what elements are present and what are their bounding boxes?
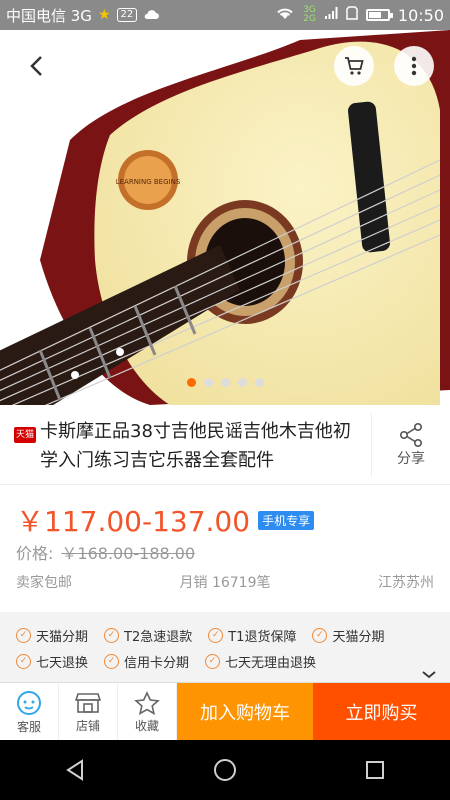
check-circle-icon: ✓: [205, 654, 221, 669]
clock: 10:50: [397, 5, 444, 25]
sim-badge: 22: [116, 8, 138, 22]
gallery-dot[interactable]: [186, 378, 196, 387]
cart-button[interactable]: [334, 46, 374, 86]
gallery-dot[interactable]: [237, 378, 247, 387]
share-button[interactable]: 分享: [371, 413, 450, 477]
gallery-dot[interactable]: [203, 378, 213, 387]
original-price: ￥168.00-188.00: [61, 544, 196, 563]
service-label: T1退货保障: [228, 630, 297, 645]
service-item: ✓ 信用卡分期: [104, 652, 189, 671]
tab-label: 店铺: [75, 718, 100, 733]
status-bar-left: 中国电信 3G ★ 22: [6, 5, 160, 26]
service-label: T2急速退款: [124, 630, 193, 645]
gallery-dot[interactable]: [254, 378, 264, 387]
chevron-down-icon[interactable]: [422, 668, 436, 682]
price: ￥117.00-137.00: [16, 505, 251, 538]
service-item: ✓ 七天无理由退换: [205, 652, 316, 671]
battery-icon: [365, 9, 393, 21]
store-icon: [75, 692, 101, 713]
seller-location: 江苏苏州: [378, 575, 434, 591]
check-circle-icon: ✓: [16, 654, 31, 669]
service-item: ✓ 天猫分期: [312, 626, 384, 645]
service-label: 七天无理由退换: [225, 656, 317, 671]
gallery-dot[interactable]: [220, 378, 230, 387]
service-label: 七天退换: [36, 656, 89, 671]
price-row: ￥117.00-137.00 手机专享: [16, 500, 315, 540]
square-recents-icon: [366, 761, 384, 779]
service-label: 信用卡分期: [124, 656, 190, 671]
customer-service-icon: [17, 690, 41, 715]
tab-label: 客服: [16, 719, 41, 734]
service-item: ✓ 七天退换: [16, 652, 88, 671]
original-price-label: 价格:: [16, 544, 54, 563]
service-line: ✓ 天猫分期 ✓ T2急速退款 ✓ T1退货保障 ✓ 天猫分期: [16, 626, 384, 645]
bottom-action-bar: 客服 店铺 收藏 加入购物车 立即购买: [0, 682, 450, 741]
service-item: ✓ T2急速退款: [104, 626, 192, 645]
shopping-cart-icon: [345, 57, 364, 75]
tab-label: 收藏: [134, 718, 159, 733]
product-title: 卡斯摩正品38寸吉他民谣吉他木吉他初学入门练习吉它乐器全套配件: [40, 421, 351, 471]
logo-stamp-text: LEARNING BEGINS: [116, 178, 181, 186]
service-item: ✓ T1退货保障: [208, 626, 296, 645]
tmall-badge: 天猫: [14, 427, 36, 443]
home-nav-button[interactable]: [212, 757, 238, 783]
carrier-label: 中国电信 3G: [6, 6, 92, 25]
share-icon: [399, 422, 422, 447]
customer-service-tab[interactable]: 客服: [0, 683, 59, 741]
buy-now-button[interactable]: 立即购买: [313, 683, 450, 741]
status-bar-right: 3G 2G 10:50: [275, 6, 444, 25]
circle-home-icon: [214, 759, 236, 781]
original-price-row: 价格: ￥168.00-188.00: [16, 540, 195, 564]
service-guarantees[interactable]: ✓ 天猫分期 ✓ T2急速退款 ✓ T1退货保障 ✓ 天猫分期 ✓ 七天退换 ✓ 信用卡分期…: [0, 612, 450, 682]
network-type-2g: 2G: [303, 14, 316, 24]
more-options-button[interactable]: [394, 46, 434, 86]
monthly-sales: 月销 16719笔: [179, 575, 271, 591]
guitar-illustration: LEARNING BEGINS: [0, 30, 450, 405]
back-nav-button[interactable]: [62, 757, 88, 783]
mobile-exclusive-badge: 手机专享: [258, 510, 315, 530]
cloud-icon: [143, 6, 160, 24]
service-label: 天猫分期: [332, 630, 385, 645]
wifi-icon: [275, 6, 295, 24]
service-line: ✓ 七天退换 ✓ 信用卡分期 ✓ 七天无理由退换: [16, 652, 316, 671]
product-meta-row: 卖家包邮 月销 16719笔 江苏苏州: [16, 572, 434, 592]
share-label: 分享: [397, 451, 425, 467]
recents-nav-button[interactable]: [362, 757, 388, 783]
check-circle-icon: ✓: [104, 628, 120, 643]
add-to-cart-button[interactable]: 加入购物车: [177, 683, 313, 741]
store-tab[interactable]: 店铺: [59, 683, 118, 741]
sim-card-icon: [346, 6, 358, 24]
signal-icon: [324, 6, 338, 24]
check-circle-icon: ✓: [312, 628, 328, 643]
product-title-section: 天猫 卡斯摩正品38寸吉他民谣吉他木吉他初学入门练习吉它乐器全套配件 分享: [0, 405, 450, 485]
shipping-info: 卖家包邮: [16, 575, 72, 591]
star-icon: ★: [97, 7, 111, 23]
triangle-back-icon: [66, 759, 83, 781]
gallery-pagination: [0, 378, 450, 387]
check-circle-icon: ✓: [16, 628, 31, 643]
check-circle-icon: ✓: [208, 628, 224, 643]
status-bar: 中国电信 3G ★ 22 3G 2G 10:50: [0, 0, 450, 30]
service-item: ✓ 天猫分期: [16, 626, 88, 645]
more-vertical-icon: [411, 56, 417, 76]
product-image-gallery[interactable]: LEARNING BEGINS: [0, 30, 450, 405]
service-label: 天猫分期: [36, 630, 89, 645]
chevron-left-icon: [30, 56, 42, 76]
network-type-indicator: 3G 2G: [303, 6, 316, 24]
star-icon: [134, 690, 160, 715]
android-nav-bar: [0, 740, 450, 800]
favorite-tab[interactable]: 收藏: [118, 683, 177, 741]
back-button[interactable]: [16, 46, 56, 86]
check-circle-icon: ✓: [104, 654, 120, 669]
